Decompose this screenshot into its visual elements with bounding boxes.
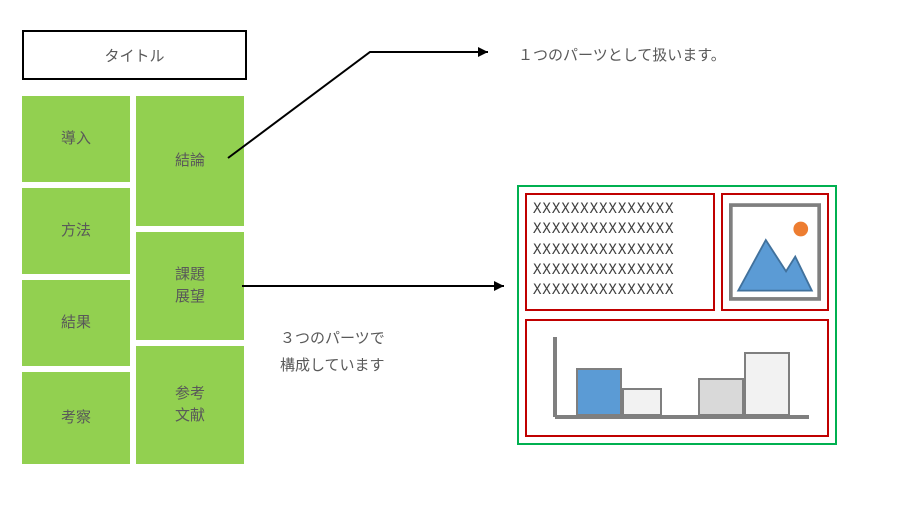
- bar-chart-icon: [535, 329, 819, 427]
- section-method: 方法: [22, 188, 130, 274]
- poster-title-box: タイトル: [22, 30, 247, 80]
- section-references: 参考 文献: [136, 346, 244, 464]
- section-discussion: 考察: [22, 372, 130, 464]
- section-discussion-label: 考察: [61, 407, 91, 430]
- note-2-line1: ３つのパーツで: [280, 330, 385, 347]
- parts-frame: XXXXXXXXXXXXXXX XXXXXXXXXXXXXXX XXXXXXXX…: [517, 185, 837, 445]
- bar-d: [745, 353, 789, 415]
- xline: XXXXXXXXXXXXXXX: [533, 240, 707, 260]
- section-conclusion-label: 結論: [175, 150, 205, 173]
- arrow-1: [220, 38, 500, 168]
- bar-a: [577, 369, 621, 415]
- section-issues: 課題 展望: [136, 232, 244, 340]
- section-result-label: 結果: [61, 312, 91, 335]
- image-icon: [729, 201, 821, 303]
- xline: XXXXXXXXXXXXXXX: [533, 199, 707, 219]
- note-2-line2: 構成しています: [280, 357, 385, 374]
- xline: XXXXXXXXXXXXXXX: [533, 219, 707, 239]
- section-result: 結果: [22, 280, 130, 366]
- section-intro-label: 導入: [61, 128, 91, 151]
- xline: XXXXXXXXXXXXXXX: [533, 280, 707, 300]
- note-2: ３つのパーツで 構成しています: [280, 325, 385, 379]
- section-issues-label: 課題 展望: [175, 264, 205, 309]
- bar-b: [623, 389, 661, 415]
- xline: XXXXXXXXXXXXXXX: [533, 260, 707, 280]
- part-chart: [525, 319, 829, 437]
- bar-c: [699, 379, 743, 415]
- poster-title-text: タイトル: [104, 45, 164, 66]
- arrow-2: [238, 272, 518, 312]
- note-1: １つのパーツとして扱います。: [518, 42, 726, 69]
- section-references-label: 参考 文献: [175, 383, 205, 428]
- part-image: [721, 193, 829, 311]
- section-intro: 導入: [22, 96, 130, 182]
- note-1-text: １つのパーツとして扱います。: [518, 47, 726, 64]
- part-text: XXXXXXXXXXXXXXX XXXXXXXXXXXXXXX XXXXXXXX…: [525, 193, 715, 311]
- section-method-label: 方法: [61, 220, 91, 243]
